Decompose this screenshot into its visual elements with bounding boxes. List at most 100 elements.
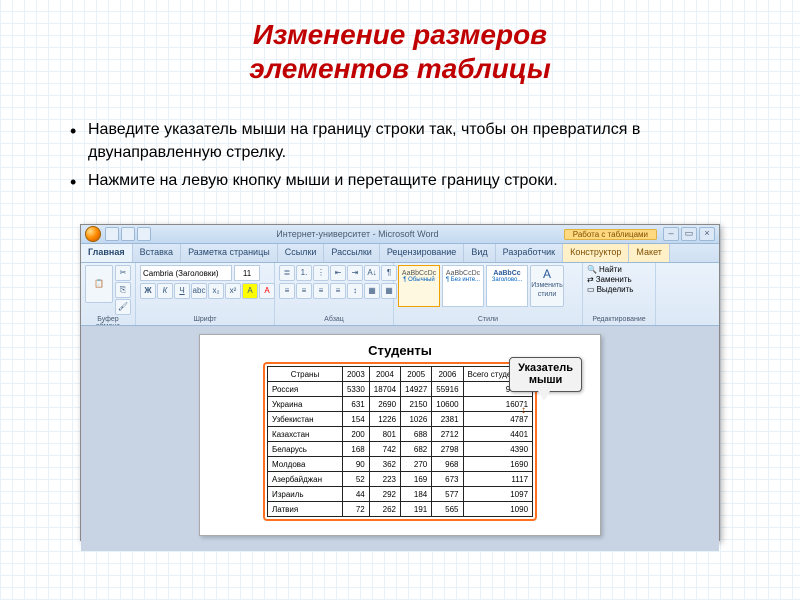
table-cell[interactable]: 968 — [432, 457, 463, 472]
paste-button[interactable]: 📋 — [85, 265, 113, 303]
table-row[interactable]: Казахстан20080168827124401 — [267, 427, 532, 442]
table-row[interactable]: Молдова903622709681690 — [267, 457, 532, 472]
table-cell[interactable]: Беларусь — [267, 442, 342, 457]
find-button[interactable]: 🔍Найти — [587, 265, 651, 274]
table-cell[interactable]: 2712 — [432, 427, 463, 442]
align-center-icon[interactable]: ≡ — [296, 283, 312, 299]
sub-icon[interactable]: x₂ — [208, 283, 224, 299]
table-cell[interactable]: 577 — [432, 487, 463, 502]
table-cell[interactable]: 5330 — [342, 382, 369, 397]
table-cell[interactable]: 270 — [401, 457, 432, 472]
table-row[interactable]: Беларусь16874268227984390 — [267, 442, 532, 457]
tab-references[interactable]: Ссылки — [278, 244, 325, 262]
office-button-icon[interactable] — [85, 226, 101, 242]
align-left-icon[interactable]: ≡ — [279, 283, 295, 299]
table-cell[interactable]: 1226 — [369, 412, 400, 427]
indent-dec-icon[interactable]: ⇤ — [330, 265, 346, 281]
document-area[interactable]: Студенты Страны2003200420052006Всего сту… — [81, 326, 719, 551]
close-icon[interactable]: × — [699, 227, 715, 241]
select-button[interactable]: ▭Выделить — [587, 285, 651, 294]
table-cell[interactable]: 673 — [432, 472, 463, 487]
table-cell[interactable]: 14927 — [401, 382, 432, 397]
table-cell[interactable]: 18704 — [369, 382, 400, 397]
table-row[interactable]: Азербайджан522231696731117 — [267, 472, 532, 487]
table-row[interactable]: Россия533018704149275591694877 — [267, 382, 532, 397]
table-cell[interactable]: 2798 — [432, 442, 463, 457]
table-cell[interactable]: 169 — [401, 472, 432, 487]
table-cell[interactable]: 1097 — [463, 487, 533, 502]
change-styles-button[interactable]: A Изменить стили — [530, 265, 564, 307]
table-cell[interactable]: 631 — [342, 397, 369, 412]
tab-insert[interactable]: Вставка — [133, 244, 181, 262]
table-cell[interactable]: 362 — [369, 457, 400, 472]
tab-developer[interactable]: Разработчик — [496, 244, 563, 262]
justify-icon[interactable]: ≡ — [330, 283, 346, 299]
table-cell[interactable]: Казахстан — [267, 427, 342, 442]
style-normal[interactable]: АаВbСcDc ¶ Обычный — [398, 265, 440, 307]
font-color-icon[interactable]: A — [259, 283, 275, 299]
format-painter-icon[interactable]: 🖌 — [115, 299, 131, 315]
qat-redo-icon[interactable] — [137, 227, 151, 241]
table-cell[interactable]: 688 — [401, 427, 432, 442]
table-cell[interactable]: Узбекистан — [267, 412, 342, 427]
table-cell[interactable]: 90 — [342, 457, 369, 472]
table-cell[interactable]: 2381 — [432, 412, 463, 427]
table-cell[interactable]: Россия — [267, 382, 342, 397]
table-cell[interactable]: 2690 — [369, 397, 400, 412]
table-cell[interactable]: 2150 — [401, 397, 432, 412]
sort-icon[interactable]: A↓ — [364, 265, 380, 281]
indent-inc-icon[interactable]: ⇥ — [347, 265, 363, 281]
tab-view[interactable]: Вид — [464, 244, 495, 262]
table-cell[interactable]: Азербайджан — [267, 472, 342, 487]
table-header-cell[interactable]: 2006 — [432, 367, 463, 382]
table-cell[interactable]: Израиль — [267, 487, 342, 502]
table-cell[interactable]: 184 — [401, 487, 432, 502]
table-cell[interactable]: 1090 — [463, 502, 533, 517]
table-header-cell[interactable]: 2003 — [342, 367, 369, 382]
table-cell[interactable]: 1117 — [463, 472, 533, 487]
table-cell[interactable]: 742 — [369, 442, 400, 457]
table-cell[interactable]: 72 — [342, 502, 369, 517]
align-right-icon[interactable]: ≡ — [313, 283, 329, 299]
table-cell[interactable]: 52 — [342, 472, 369, 487]
qat-save-icon[interactable] — [105, 227, 119, 241]
underline-icon[interactable]: Ч — [174, 283, 190, 299]
table-row[interactable]: Израиль442921845771097 — [267, 487, 532, 502]
table-row[interactable]: Украина631269021501060016071 — [267, 397, 532, 412]
table-row[interactable]: Узбекистан1541226102623814787 — [267, 412, 532, 427]
cut-icon[interactable]: ✂ — [115, 265, 131, 281]
strike-icon[interactable]: abc — [191, 283, 207, 299]
multilevel-icon[interactable]: ⋮ — [313, 265, 329, 281]
bullets-icon[interactable]: ≣ — [279, 265, 295, 281]
students-table[interactable]: Страны2003200420052006Всего студентовРос… — [267, 366, 533, 517]
italic-icon[interactable]: К — [157, 283, 173, 299]
table-cell[interactable]: 10600 — [432, 397, 463, 412]
shading-icon[interactable]: ▦ — [364, 283, 380, 299]
table-cell[interactable]: 565 — [432, 502, 463, 517]
table-cell[interactable]: 223 — [369, 472, 400, 487]
bold-icon[interactable]: Ж — [140, 283, 156, 299]
style-no-spacing[interactable]: АаВbСcDc ¶ Без инте... — [442, 265, 484, 307]
table-cell[interactable]: 801 — [369, 427, 400, 442]
numbering-icon[interactable]: 1. — [296, 265, 312, 281]
tab-page-layout[interactable]: Разметка страницы — [181, 244, 278, 262]
table-cell[interactable]: Украина — [267, 397, 342, 412]
table-cell[interactable]: Молдова — [267, 457, 342, 472]
tab-layout[interactable]: Макет — [629, 244, 669, 262]
table-row[interactable]: Латвия722621915651090 — [267, 502, 532, 517]
tab-mailings[interactable]: Рассылки — [324, 244, 379, 262]
tab-review[interactable]: Рецензирование — [380, 244, 465, 262]
font-name-input[interactable] — [140, 265, 232, 281]
table-cell[interactable]: 154 — [342, 412, 369, 427]
table-header-cell[interactable]: 2004 — [369, 367, 400, 382]
table-cell[interactable]: 191 — [401, 502, 432, 517]
table-cell[interactable]: 292 — [369, 487, 400, 502]
maximize-icon[interactable]: ▭ — [681, 227, 697, 241]
table-cell[interactable]: 55916 — [432, 382, 463, 397]
table-cell[interactable]: 44 — [342, 487, 369, 502]
replace-button[interactable]: ⇄Заменить — [587, 275, 651, 284]
tab-design[interactable]: Конструктор — [563, 244, 629, 262]
table-cell[interactable]: 1690 — [463, 457, 533, 472]
qat-undo-icon[interactable] — [121, 227, 135, 241]
line-spacing-icon[interactable]: ↕ — [347, 283, 363, 299]
